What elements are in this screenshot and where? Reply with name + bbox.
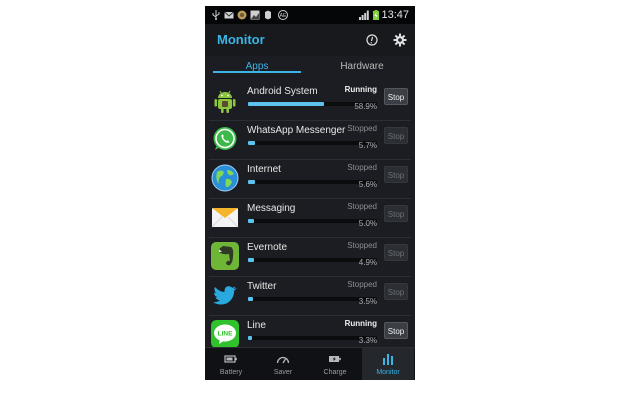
app-status: Running	[344, 319, 377, 328]
signal-icon	[359, 10, 369, 20]
tab-bar: Apps Hardware	[205, 56, 415, 82]
battery-icon	[224, 355, 237, 363]
app-status: Stopped	[347, 124, 377, 133]
usb-icon	[212, 10, 220, 20]
usage-percent: 5.0%	[358, 219, 377, 228]
stop-button[interactable]: Stop	[384, 322, 408, 339]
nav-charge[interactable]: Charge	[309, 348, 361, 380]
app-name: Android System	[247, 86, 318, 97]
usage-percent: 5.7%	[358, 141, 377, 150]
stop-button[interactable]: Stop	[384, 88, 408, 105]
evernote-elephant-icon	[211, 242, 239, 270]
messaging-envelope-icon	[211, 208, 239, 228]
ae-icon: AE	[278, 10, 288, 20]
app-status: Running	[344, 85, 377, 94]
list-item[interactable]: Twitter Stopped 3.5% Stop	[205, 277, 415, 316]
line-icon: LINE	[211, 320, 239, 348]
svg-text:AE: AE	[280, 13, 287, 19]
evernote-icon	[265, 10, 271, 20]
usage-bar-fill	[248, 297, 253, 301]
usage-bar-fill	[248, 102, 324, 106]
app-name: Twitter	[247, 281, 277, 292]
list-item[interactable]: Android System Running 58.9% Stop	[205, 82, 415, 121]
usage-percent: 58.9%	[354, 102, 377, 111]
app-title: Monitor	[217, 32, 265, 47]
tab-apps[interactable]: Apps	[213, 56, 301, 73]
app-name: Evernote	[247, 242, 288, 253]
app-icon	[237, 10, 247, 20]
nav-label: Charge	[323, 369, 347, 376]
list-item[interactable]: Internet Stopped 5.6% Stop	[205, 160, 415, 199]
charge-icon	[329, 356, 341, 362]
list-item[interactable]: Messaging Stopped 5.0% Stop	[205, 199, 415, 238]
usage-bar-fill	[248, 258, 254, 262]
monitor-bars-icon	[383, 354, 393, 365]
tab-hardware[interactable]: Hardware	[318, 56, 406, 80]
gallery-icon	[250, 10, 260, 20]
gauge-icon	[276, 356, 290, 364]
battery-charging-icon	[373, 10, 379, 20]
app-list: Android System Running 58.9% Stop WhatsA…	[205, 82, 415, 348]
usage-percent: 5.6%	[358, 180, 377, 189]
mail-icon	[224, 11, 234, 19]
help-icon[interactable]	[366, 34, 378, 46]
action-bar: Monitor	[205, 24, 415, 56]
app-status: Stopped	[347, 241, 377, 250]
bottom-nav: Battery Saver Charge Monitor	[205, 347, 415, 380]
list-item[interactable]: Evernote Stopped 4.9% Stop	[205, 238, 415, 277]
settings-icon[interactable]	[393, 33, 407, 47]
app-name: Line	[247, 320, 266, 331]
usage-percent: 3.3%	[358, 336, 377, 345]
line-logo-text: LINE	[218, 331, 233, 338]
stop-button[interactable]: Stop	[384, 166, 408, 183]
usage-bar-fill	[248, 219, 254, 223]
twitter-bird-icon	[213, 286, 237, 305]
usage-percent: 3.5%	[358, 297, 377, 306]
nav-label: Saver	[273, 369, 293, 376]
usage-bar-fill	[248, 141, 255, 145]
app-status: Stopped	[347, 202, 377, 211]
nav-label: Battery	[219, 369, 243, 376]
status-time: 13:47	[381, 9, 409, 21]
usage-percent: 4.9%	[358, 258, 377, 267]
whatsapp-icon	[213, 127, 237, 150]
phone-screen: AE 13:47 Monitor Apps Hardware Android S…	[205, 6, 415, 380]
stop-button[interactable]: Stop	[384, 283, 408, 300]
app-name: Messaging	[247, 203, 296, 214]
stop-button[interactable]: Stop	[384, 127, 408, 144]
app-name: Internet	[247, 164, 281, 175]
usage-bar-fill	[248, 336, 252, 340]
list-item[interactable]: WhatsApp Messenger Stopped 5.7% Stop	[205, 121, 415, 160]
nav-battery[interactable]: Battery	[205, 348, 257, 380]
app-status: Stopped	[347, 163, 377, 172]
internet-globe-icon	[211, 164, 239, 192]
stop-button[interactable]: Stop	[384, 205, 408, 222]
android-icon	[214, 90, 236, 113]
usage-bar-fill	[248, 180, 255, 184]
nav-label: Monitor	[376, 369, 400, 376]
stop-button[interactable]: Stop	[384, 244, 408, 261]
nav-monitor[interactable]: Monitor	[362, 348, 414, 380]
status-bar: AE 13:47	[205, 6, 415, 24]
nav-saver[interactable]: Saver	[257, 348, 309, 380]
app-status: Stopped	[347, 280, 377, 289]
